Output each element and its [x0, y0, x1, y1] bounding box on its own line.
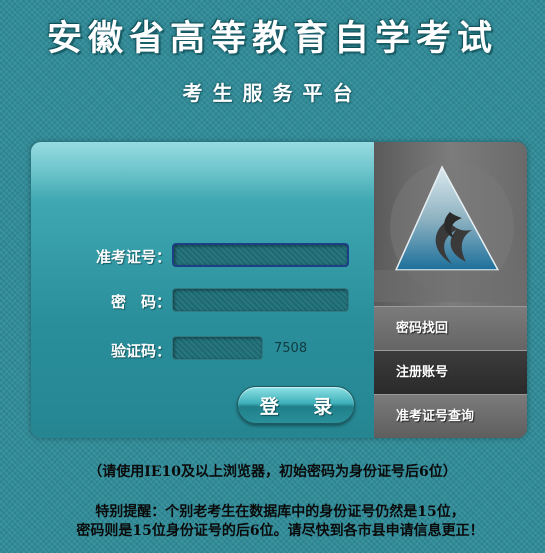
page-title: 安徽省高等教育自学考试 — [46, 18, 498, 59]
side-item-password-recovery[interactable]: 密码找回 — [374, 306, 527, 350]
exam-number-label: 准考证号： — [95, 248, 171, 266]
captcha-input[interactable] — [172, 336, 263, 360]
page-subtitle: 考生服务平台 — [182, 81, 363, 105]
reminder-line-1: 特别提醒：个别老考生在数据库中的身份证号仍然是15位， — [95, 504, 465, 520]
reminder-line-2: 密码则是15位身份证号的后6位。请尽快到各市县申请信息更正！ — [76, 523, 484, 539]
captcha-label: 验证码： — [110, 342, 171, 360]
side-item-exam-number-query[interactable]: 准考证号查询 — [374, 394, 527, 438]
exam-logo — [374, 142, 527, 302]
login-form: 准考证号： 密 码： 验证码： 7508 登 录 — [31, 142, 374, 438]
captcha-code[interactable]: 7508 — [274, 341, 307, 356]
login-panel: 准考证号： 密 码： 验证码： 7508 登 录 密码找回 注册账号 准考证号查… — [31, 142, 527, 438]
password-input[interactable] — [172, 288, 349, 312]
login-button[interactable]: 登 录 — [237, 386, 355, 424]
side-item-register[interactable]: 注册账号 — [374, 350, 527, 394]
password-label: 密 码： — [110, 293, 171, 311]
special-reminder: 特别提醒：个别老考生在数据库中的身份证号仍然是15位， 密码则是15位身份证号的… — [30, 503, 530, 541]
side-menu: 密码找回 注册账号 准考证号查询 — [374, 142, 527, 438]
browser-hint: （请使用IE10及以上浏览器，初始密码为身份证号后6位） — [88, 464, 457, 480]
exam-number-input[interactable] — [172, 243, 349, 267]
